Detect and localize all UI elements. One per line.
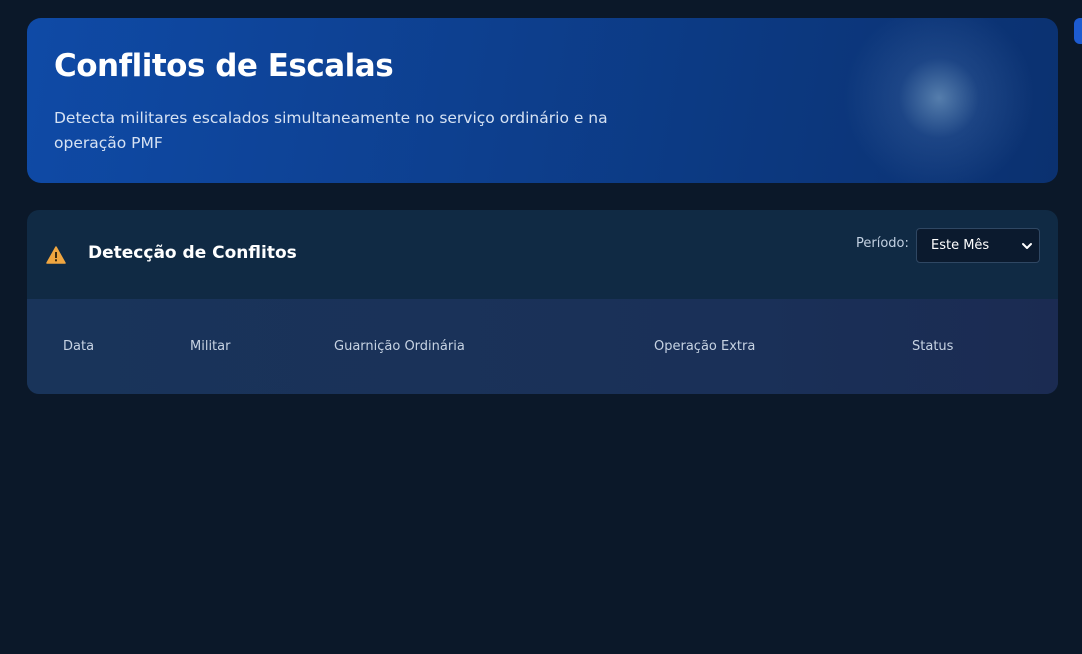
page-title: Conflitos de Escalas bbox=[54, 48, 394, 84]
page-subtitle: Detecta militares escalados simultaneame… bbox=[54, 109, 608, 152]
column-header-militar[interactable]: Militar bbox=[190, 339, 230, 354]
column-header-operacao-extra[interactable]: Operação Extra bbox=[654, 339, 755, 354]
column-header-status[interactable]: Status bbox=[912, 339, 953, 354]
column-header-guarnicao-ordinaria[interactable]: Guarnição Ordinária bbox=[334, 339, 465, 354]
chevron-down-icon bbox=[1022, 243, 1032, 249]
column-header-data[interactable]: Data bbox=[63, 339, 94, 354]
panel-title: Detecção de Conflitos bbox=[88, 243, 297, 263]
period-label: Período: bbox=[856, 236, 909, 251]
table-header-row: Data Militar Guarnição Ordinária Operaçã… bbox=[27, 299, 1058, 394]
conflicts-panel: Detecção de Conflitos Período: Este Mês … bbox=[27, 210, 1058, 394]
panel-header: Detecção de Conflitos Período: Este Mês bbox=[27, 210, 1058, 299]
warning-icon bbox=[46, 246, 66, 264]
side-toggle-button[interactable] bbox=[1074, 18, 1082, 44]
period-select[interactable]: Este Mês bbox=[916, 228, 1040, 263]
page: Conflitos de Escalas Detecta militares e… bbox=[0, 0, 1082, 654]
page-header-banner: Conflitos de Escalas Detecta militares e… bbox=[27, 18, 1058, 183]
period-select-value: Este Mês bbox=[931, 238, 990, 253]
